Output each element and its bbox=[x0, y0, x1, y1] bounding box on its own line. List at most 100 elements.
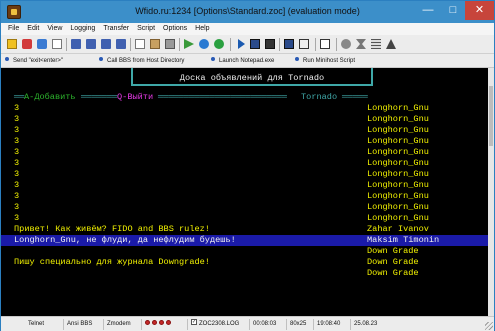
toolbar-separator bbox=[179, 38, 180, 51]
print-icon[interactable] bbox=[164, 38, 176, 50]
title-bar: Wfido.ru:1234 [Options\Standard.zoc] (ev… bbox=[1, 1, 494, 23]
message-row[interactable]: 3 Longhorn_Gnu bbox=[1, 103, 488, 114]
status-emulation[interactable]: Ansi BBS bbox=[63, 319, 92, 330]
status-terminal-type[interactable]: Telnet bbox=[25, 319, 44, 330]
stop-icon[interactable] bbox=[213, 38, 225, 50]
download-icon[interactable] bbox=[115, 38, 127, 50]
new-icon[interactable] bbox=[51, 38, 63, 50]
message-row[interactable]: 3 Longhorn_Gnu bbox=[1, 213, 488, 224]
tools-icon[interactable] bbox=[355, 38, 367, 50]
message-row[interactable]: 3 Longhorn_Gnu bbox=[1, 114, 488, 125]
toolbar-separator bbox=[279, 38, 280, 51]
log-checkbox-icon[interactable]: ✓ bbox=[191, 319, 197, 326]
message-author: Longhorn_Gnu bbox=[367, 158, 429, 168]
maximize-button[interactable]: □ bbox=[441, 1, 465, 20]
message-row[interactable]: Привет! Как живём? FIDO and BBS rulez! Za… bbox=[1, 224, 488, 235]
status-date: 25.08.23 bbox=[350, 319, 377, 330]
send-icon[interactable] bbox=[70, 38, 82, 50]
tab-icon[interactable] bbox=[319, 38, 331, 50]
bullet-icon bbox=[5, 57, 9, 62]
menu-help[interactable]: Help bbox=[191, 23, 213, 35]
message-text: Привет! Как живём? FIDO and BBS rulez! bbox=[14, 224, 210, 234]
user-button-call-bbs[interactable]: Call BBS from Host Directory bbox=[99, 54, 184, 68]
minimize-button[interactable]: — bbox=[415, 1, 441, 20]
add-command[interactable]: A-Добавить bbox=[24, 92, 76, 103]
message-row[interactable]: 3 Longhorn_Gnu bbox=[1, 136, 488, 147]
menu-bar: File Edit View Logging Transfer Script O… bbox=[1, 23, 494, 35]
message-row[interactable]: 3 Longhorn_Gnu bbox=[1, 169, 488, 180]
message-author: Maksim Timonin bbox=[367, 235, 440, 245]
bullet-icon bbox=[99, 57, 103, 62]
message-row[interactable]: Down Grade bbox=[1, 268, 488, 279]
terminal-scrollbar[interactable] bbox=[488, 68, 494, 316]
zoc-window: Wfido.ru:1234 [Options\Standard.zoc] (ev… bbox=[0, 0, 495, 331]
copy-icon[interactable] bbox=[134, 38, 146, 50]
user-button-label: Launch Notepad.exe bbox=[219, 58, 275, 64]
user-button-bar: Send "exit<enter>" Call BBS from Host Di… bbox=[1, 54, 494, 68]
scrollbar-thumb[interactable] bbox=[489, 86, 493, 146]
message-row[interactable]: 3 Longhorn_Gnu bbox=[1, 202, 488, 213]
menu-logging[interactable]: Logging bbox=[66, 23, 99, 35]
connect-icon[interactable] bbox=[21, 38, 33, 50]
message-row[interactable]: Пишу специально для журнала Downgrade! Do… bbox=[1, 257, 488, 268]
resize-grip-icon[interactable] bbox=[485, 322, 493, 330]
user-button-run-minihost[interactable]: Run Minihost Script bbox=[295, 54, 355, 68]
receive-icon[interactable] bbox=[85, 38, 97, 50]
play-icon[interactable] bbox=[183, 38, 195, 50]
message-row[interactable]: 3 Longhorn_Gnu bbox=[1, 158, 488, 169]
message-row[interactable]: 3 Longhorn_Gnu bbox=[1, 147, 488, 158]
message-text: 3 bbox=[14, 202, 20, 212]
message-row-selected[interactable]: Longhorn_Gnu, не флуди, да нефлудим буде… bbox=[1, 235, 488, 246]
paste-icon[interactable] bbox=[149, 38, 161, 50]
message-row[interactable]: 3 Longhorn_Gnu bbox=[1, 191, 488, 202]
help-icon[interactable] bbox=[385, 38, 397, 50]
message-text: 3 bbox=[14, 169, 20, 179]
script-icon[interactable] bbox=[234, 38, 246, 50]
led-icon bbox=[166, 319, 171, 325]
message-author: Zahar Ivanov bbox=[367, 224, 429, 234]
menu-script[interactable]: Script bbox=[133, 23, 159, 35]
user-button-launch-notepad[interactable]: Launch Notepad.exe bbox=[211, 54, 274, 68]
message-author: Longhorn_Gnu bbox=[367, 191, 429, 201]
quit-command[interactable]: Q-Выйти bbox=[117, 92, 153, 103]
toolbar-separator bbox=[315, 38, 316, 51]
message-row[interactable]: 3 Longhorn_Gnu bbox=[1, 125, 488, 136]
section-label: Tornado bbox=[301, 92, 338, 102]
disconnect-icon[interactable] bbox=[36, 38, 48, 50]
terminal-screen[interactable]: Доска объявлений для Tornado ══ A-Добави… bbox=[1, 68, 494, 316]
settings-icon[interactable] bbox=[340, 38, 352, 50]
message-text: 3 bbox=[14, 158, 20, 168]
message-author: Longhorn_Gnu bbox=[367, 114, 429, 124]
grid-icon[interactable] bbox=[370, 38, 382, 50]
status-transfer-protocol[interactable]: Zmodem bbox=[103, 319, 131, 330]
record-icon[interactable] bbox=[198, 38, 210, 50]
bullet-icon bbox=[295, 57, 299, 62]
menu-file[interactable]: File bbox=[4, 23, 23, 35]
toolbar-separator bbox=[230, 38, 231, 51]
log-icon[interactable] bbox=[249, 38, 261, 50]
message-text: 3 bbox=[14, 213, 20, 223]
open-icon[interactable] bbox=[6, 38, 18, 50]
capture-icon[interactable] bbox=[264, 38, 276, 50]
board-header-box: Доска объявлений для Tornado bbox=[131, 68, 373, 86]
message-author: Longhorn_Gnu bbox=[367, 180, 429, 190]
screen-icon[interactable] bbox=[283, 38, 295, 50]
upload-icon[interactable] bbox=[100, 38, 112, 50]
menu-view[interactable]: View bbox=[43, 23, 66, 35]
menu-edit[interactable]: Edit bbox=[23, 23, 43, 35]
message-row[interactable]: 3 Longhorn_Gnu bbox=[1, 180, 488, 191]
menu-options[interactable]: Options bbox=[159, 23, 191, 35]
message-row[interactable]: Down Grade bbox=[1, 246, 488, 257]
message-author: Longhorn_Gnu bbox=[367, 147, 429, 157]
message-text: 3 bbox=[14, 180, 20, 190]
message-text: Пишу специально для журнала Downgrade! bbox=[14, 257, 210, 267]
menu-transfer[interactable]: Transfer bbox=[99, 23, 133, 35]
board-title: Доска объявлений для Tornado bbox=[179, 73, 325, 83]
window-icon[interactable] bbox=[298, 38, 310, 50]
led-icon bbox=[145, 319, 150, 325]
user-button-send-exit[interactable]: Send "exit<enter>" bbox=[5, 54, 63, 68]
status-logfile[interactable]: ✓ ZOC2308.LOG bbox=[187, 319, 239, 330]
close-button[interactable]: ✕ bbox=[465, 1, 494, 20]
message-text: 3 bbox=[14, 125, 20, 135]
toolbar bbox=[1, 35, 494, 54]
